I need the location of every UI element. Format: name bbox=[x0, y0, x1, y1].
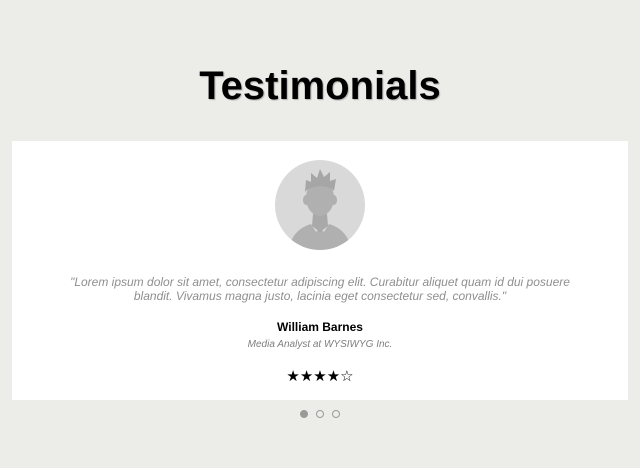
testimonial-author-role: Media Analyst at WYSIWYG Inc. bbox=[247, 339, 393, 350]
star-empty-icon: ☆ bbox=[340, 367, 354, 385]
star-rating: ★★★★☆ bbox=[12, 367, 628, 385]
star-filled-icon: ★ bbox=[326, 367, 341, 385]
carousel-dot-1[interactable] bbox=[300, 410, 308, 418]
star-filled-icon: ★ bbox=[313, 367, 327, 385]
carousel-pagination bbox=[0, 410, 640, 418]
section-title: Testimonials bbox=[199, 64, 441, 108]
testimonial-quote: "Lorem ipsum dolor sit amet, consectetur… bbox=[70, 275, 570, 303]
carousel-dot-2[interactable] bbox=[316, 410, 324, 418]
testimonial-author-name: William Barnes bbox=[277, 320, 363, 334]
star-filled-icon: ★ bbox=[299, 367, 314, 385]
user-silhouette-icon bbox=[275, 160, 365, 250]
testimonials-page: Testimonials "Lorem ipsum dolor sit amet… bbox=[0, 0, 640, 468]
carousel-dot-3[interactable] bbox=[332, 410, 340, 418]
star-filled-icon: ★ bbox=[286, 367, 300, 385]
testimonial-card: "Lorem ipsum dolor sit amet, consectetur… bbox=[12, 141, 628, 400]
